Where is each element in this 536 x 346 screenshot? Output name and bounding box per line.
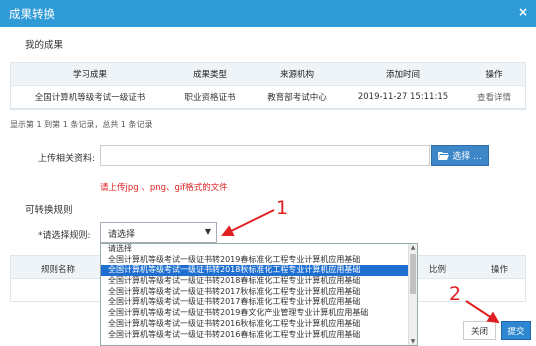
- rule-dropdown-list[interactable]: 请选择 全国计算机等级考试一级证书转2019春标准化工程专业计算机应用基础 全国…: [100, 243, 418, 346]
- scrollbar-thumb[interactable]: [410, 254, 416, 294]
- table-header: 学习成果 成果类型 来源机构 添加时间 操作: [11, 63, 525, 86]
- col-header: 添加时间: [385, 70, 420, 80]
- scroll-up-icon[interactable]: ▲: [409, 244, 417, 251]
- dropdown-scrollbar[interactable]: ▲ ▼: [408, 244, 417, 345]
- rules-heading: 可转换规则: [25, 205, 73, 216]
- rule-select-value: 请选择: [108, 230, 136, 240]
- rule-select-label: *请选择规则:: [38, 231, 91, 241]
- pagination-summary: 显示第 1 到第 1 条记录，总共 1 条记录: [10, 120, 153, 129]
- result-type: 职业资格证书: [184, 93, 236, 103]
- col-header: 成果类型: [192, 70, 227, 80]
- my-results-table: 学习成果 成果类型 来源机构 添加时间 操作 全国计算机等级考试一级证书 职业资…: [10, 62, 526, 110]
- arrow-to-select: [221, 209, 275, 236]
- rule-option[interactable]: 全国计算机等级考试一级证书转2016秋标准化工程专业计算机应用基础: [101, 319, 417, 330]
- col-header: 学习成果: [72, 70, 107, 80]
- close-button[interactable]: 关闭: [463, 321, 496, 340]
- annotation-marker-2: 2: [449, 283, 462, 305]
- col-header: 来源机构: [279, 70, 314, 80]
- rule-option[interactable]: 全国计算机等级考试一级证书转2017春标准化工程专业计算机应用基础: [101, 297, 417, 308]
- choose-file-button[interactable]: 选择 ...: [431, 145, 489, 166]
- rule-option[interactable]: 全国计算机等级考试一级证书转2018春标准化工程专业计算机应用基础: [101, 276, 417, 287]
- rule-option[interactable]: 全国计算机等级考试一级证书转2019春文化产业管理专业计算机应用基础: [101, 308, 417, 319]
- choose-file-label: 选择 ...: [452, 152, 482, 162]
- annotation-marker-1: 1: [276, 197, 289, 219]
- result-source: 教育部考试中心: [267, 93, 327, 103]
- my-results-heading: 我的成果: [25, 40, 64, 51]
- arrow-to-submit: [465, 300, 500, 324]
- rule-option[interactable]: 请选择: [101, 244, 417, 255]
- rule-option-selected[interactable]: 全国计算机等级考试一级证书转2018秋标准化工程专业计算机应用基础: [101, 265, 417, 277]
- rule-select[interactable]: 请选择 ▼: [100, 222, 217, 243]
- rule-option[interactable]: 全国计算机等级考试一级证书转2019春标准化工程专业计算机应用基础: [101, 255, 417, 266]
- scroll-down-icon[interactable]: ▼: [409, 338, 417, 345]
- col-header: 比例: [429, 265, 447, 275]
- upload-file-field[interactable]: [100, 145, 430, 166]
- col-header: 操作: [491, 265, 509, 275]
- submit-button[interactable]: 提交: [501, 321, 531, 340]
- upload-hint: 请上传jpg 、png、gif格式的文件: [100, 183, 228, 193]
- col-header: 操作: [485, 70, 503, 80]
- dialog-titlebar: 成果转换 ×: [0, 0, 536, 27]
- view-details-link[interactable]: 查看详情: [463, 86, 525, 108]
- chevron-down-icon: ▼: [204, 227, 211, 236]
- folder-open-icon: [438, 152, 450, 160]
- rule-option[interactable]: 全国计算机等级考试一级证书转2016春标准化工程专业计算机应用基础: [101, 330, 417, 341]
- table-row: 全国计算机等级考试一级证书 职业资格证书 教育部考试中心 2019-11-27 …: [11, 86, 525, 109]
- col-header: 规则名称: [41, 265, 76, 275]
- result-time: 2019-11-27 15:11:15: [357, 92, 449, 102]
- dialog-title: 成果转换: [9, 7, 55, 21]
- result-name: 全国计算机等级考试一级证书: [34, 93, 146, 103]
- close-icon[interactable]: ×: [518, 5, 528, 19]
- upload-label: 上传相关资料:: [38, 154, 96, 164]
- rule-option[interactable]: 全国计算机等级考试一级证书转2017秋标准化工程专业计算机应用基础: [101, 287, 417, 298]
